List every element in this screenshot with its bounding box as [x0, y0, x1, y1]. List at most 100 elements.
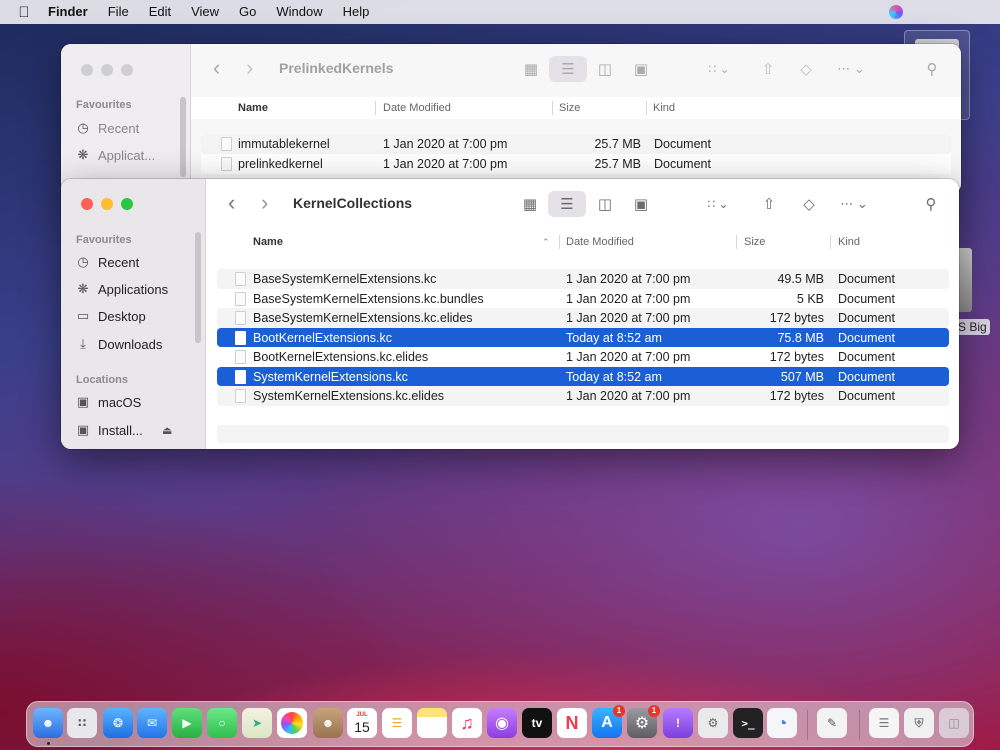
table-row[interactable]: BaseSystemKernelExtensions.kc.bundles 1 … [217, 289, 949, 309]
siri-icon[interactable] [889, 5, 903, 19]
table-row-selected[interactable]: BootKernelExtensions.kc Today at 8:52 am… [217, 327, 949, 347]
shield-icon[interactable]: ⛨ [904, 708, 934, 738]
column-view-button[interactable]: ◫ [591, 56, 619, 82]
more-actions-button[interactable]: ⋯ ⌄ [836, 191, 872, 217]
close-button[interactable] [81, 198, 93, 210]
launchpad-icon[interactable]: ∷ [67, 708, 97, 738]
document-icon [235, 272, 246, 286]
sidebar-item-install[interactable]: ▣ Install... ⏏ [76, 420, 176, 440]
gallery-view-button[interactable]: ▣ [627, 191, 655, 217]
forward-button[interactable]: › [261, 191, 268, 215]
column-kind[interactable]: Kind [838, 236, 860, 248]
dock-separator [807, 710, 808, 740]
podcasts-icon[interactable]: ◉ [487, 708, 517, 738]
tag-icon[interactable]: ◇ [798, 191, 820, 217]
table-row[interactable]: prelinkedkernel 1 Jan 2020 at 7:00 pm 25… [201, 154, 951, 174]
sort-ascending-icon[interactable]: ⌃ [542, 237, 550, 248]
reminders-icon[interactable]: ☰ [382, 708, 412, 738]
sidebar-scrollbar[interactable] [180, 97, 186, 177]
document-icon[interactable]: ☰ [869, 708, 899, 738]
system-preferences-icon[interactable]: ⚙ 1 [627, 705, 660, 738]
close-button[interactable] [81, 64, 93, 76]
icon-view-button[interactable]: ▦ [517, 56, 545, 82]
maps-icon[interactable]: ➤ [242, 708, 272, 738]
eject-icon[interactable]: ⏏ [162, 424, 172, 437]
sidebar-item-desktop[interactable]: ▭ Desktop [76, 306, 146, 326]
more-actions-button[interactable]: ⋯ ⌄ [833, 56, 869, 82]
apple-tv-icon[interactable]: tv [522, 708, 552, 738]
menu-go[interactable]: Go [229, 0, 266, 24]
gallery-view-button[interactable]: ▣ [627, 56, 655, 82]
table-row[interactable]: BaseSystemKernelExtensions.kc.elides 1 J… [217, 308, 949, 328]
textedit-icon[interactable]: ✎ [817, 708, 847, 738]
finder-window-kernelcollections[interactable]: Favourites ◷ Recent ❋ Applications ▭ Des… [61, 179, 959, 449]
column-date-modified[interactable]: Date Modified [383, 102, 451, 114]
icon-view-button[interactable]: ▦ [516, 191, 544, 217]
apple-menu-icon[interactable]:  [0, 4, 48, 21]
finder-window-prelinkedkernels[interactable]: Favourites ◷ Recent ❋ Applicat... ‹ › Pr… [61, 44, 961, 194]
file-size: 172 bytes [769, 350, 824, 364]
menu-edit[interactable]: Edit [139, 0, 181, 24]
calendar-icon[interactable]: JUL 15 [347, 708, 377, 738]
column-view-button[interactable]: ◫ [591, 191, 619, 217]
sidebar-item-recent[interactable]: ◷ Recent [76, 118, 139, 138]
sidebar-item-macos[interactable]: ▣ macOS [76, 392, 142, 412]
back-button[interactable]: ‹ [228, 191, 235, 215]
list-view-button[interactable]: ☰ [548, 191, 586, 217]
finder-icon[interactable]: ☻ [33, 708, 63, 738]
trash-icon[interactable]: ◫ [939, 708, 969, 738]
photos-icon[interactable] [277, 708, 307, 738]
menu-app-name[interactable]: Finder [48, 0, 98, 24]
menu-window[interactable]: Window [266, 0, 332, 24]
zoom-button[interactable] [121, 198, 133, 210]
tag-icon[interactable]: ◇ [795, 56, 817, 82]
table-row[interactable]: BootKernelExtensions.kc.elides 1 Jan 202… [217, 347, 949, 367]
news-icon[interactable]: N [557, 708, 587, 738]
search-icon[interactable]: ⚲ [921, 56, 943, 82]
column-size[interactable]: Size [559, 102, 580, 114]
disk-utility-icon[interactable]: ⚙ [698, 708, 728, 738]
column-kind[interactable]: Kind [653, 102, 675, 114]
safari-icon[interactable]: ❂ [103, 708, 133, 738]
applications-icon: ❋ [77, 147, 89, 162]
column-date-modified[interactable]: Date Modified [566, 236, 634, 248]
sidebar-item-label: Applications [98, 281, 169, 297]
share-icon[interactable]: ⇧ [758, 191, 780, 217]
sidebar-item-downloads[interactable]: ⤓ Downloads [76, 334, 162, 354]
mail-icon[interactable]: ✉ [137, 708, 167, 738]
menu-file[interactable]: File [98, 0, 139, 24]
menu-help[interactable]: Help [333, 0, 380, 24]
sidebar-item-applications[interactable]: ❋ Applications [76, 279, 169, 299]
messages-icon[interactable]: ○ [207, 708, 237, 738]
forward-button[interactable]: › [246, 56, 253, 80]
sidebar-item-applications[interactable]: ❋ Applicat... [76, 145, 156, 165]
back-button[interactable]: ‹ [213, 56, 220, 80]
column-name[interactable]: Name [238, 102, 268, 114]
sidebar-scrollbar[interactable] [195, 232, 201, 343]
sidebar-item-recent[interactable]: ◷ Recent [76, 252, 139, 272]
desktop-item-label[interactable]: S Big [955, 319, 990, 335]
menu-view[interactable]: View [181, 0, 229, 24]
search-icon[interactable]: ⚲ [920, 191, 942, 217]
table-row[interactable]: SystemKernelExtensions.kc.elides 1 Jan 2… [217, 386, 949, 406]
minimize-button[interactable] [101, 64, 113, 76]
table-row[interactable]: immutablekernel 1 Jan 2020 at 7:00 pm 25… [201, 134, 951, 154]
table-row[interactable]: BaseSystemKernelExtensions.kc 1 Jan 2020… [217, 269, 949, 289]
app-store-icon[interactable]: A 1 [592, 705, 625, 738]
safari-preview-icon[interactable]: ◔ [767, 708, 797, 738]
contacts-icon[interactable]: ☻ [313, 708, 343, 738]
table-row-selected[interactable]: SystemKernelExtensions.kc Today at 8:52 … [217, 366, 949, 386]
group-button[interactable]: ∷ ⌄ [700, 191, 736, 217]
feedback-assistant-icon[interactable]: ! [663, 708, 693, 738]
music-icon[interactable]: ♫ [452, 708, 482, 738]
zoom-button[interactable] [121, 64, 133, 76]
minimize-button[interactable] [101, 198, 113, 210]
facetime-icon[interactable]: ▶ [172, 708, 202, 738]
list-view-button[interactable]: ☰ [549, 56, 587, 82]
column-size[interactable]: Size [744, 236, 765, 248]
terminal-icon[interactable]: >_ [733, 708, 763, 738]
column-name[interactable]: Name [253, 236, 283, 248]
share-icon[interactable]: ⇧ [757, 56, 779, 82]
group-button[interactable]: ∷ ⌄ [701, 56, 737, 82]
notes-icon[interactable] [417, 708, 447, 738]
